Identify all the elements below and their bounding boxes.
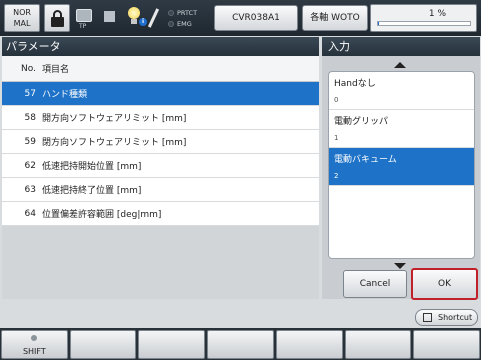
tp-label: TP (79, 23, 87, 30)
option-label: 電動グリッパ (334, 117, 389, 127)
info-icon: i (139, 18, 147, 26)
speed-value: 1 % (428, 9, 446, 19)
row-no: 63 (24, 184, 36, 195)
option-index: 1 (334, 134, 339, 142)
speed-indicator[interactable]: 1 % (370, 4, 477, 32)
table-row[interactable]: 63 低速把持終了位置 [mm] (2, 178, 319, 202)
mode-line2: MAL (13, 19, 31, 28)
status-bar: NOR MAL TP i PRTCT EMG CVR038A1 各軸 WOTO … (0, 0, 481, 36)
shortcut-icon (423, 313, 432, 322)
function-key[interactable] (69, 330, 137, 359)
mode-line1: NOR (13, 8, 31, 17)
option-index: 0 (334, 96, 339, 104)
shortcut-label: Shortcut (438, 313, 473, 322)
ok-button[interactable]: OK (411, 268, 478, 300)
row-no: 62 (24, 160, 36, 171)
column-header-no: No. (21, 63, 36, 74)
function-key[interactable] (138, 330, 206, 359)
row-no: 64 (24, 208, 36, 219)
parameter-panel-title: パラメータ (2, 37, 319, 56)
wrench-icon[interactable] (147, 8, 160, 28)
scroll-down-icon[interactable] (394, 263, 406, 269)
axis-mode-button[interactable]: 各軸 WOTO (302, 5, 368, 31)
cancel-button[interactable]: Cancel (343, 270, 407, 298)
emg-label: EMG (177, 20, 192, 28)
shift-key[interactable]: SHIFT (1, 330, 68, 359)
teach-pendant-icon (76, 9, 92, 22)
function-key[interactable] (413, 330, 481, 359)
table-row[interactable]: 62 低速把持開始位置 [mm] (2, 154, 319, 178)
row-name: 低速把持開始位置 [mm] (42, 162, 142, 172)
column-header-name: 項目名 (42, 65, 70, 75)
parameter-panel: パラメータ No. 項目名 57 ハンド種類 58 開方向ソフトウェアリミット … (2, 37, 319, 299)
option-label: Handなし (334, 79, 376, 89)
row-name: 低速把持終了位置 [mm] (42, 186, 142, 196)
option-label: 電動バキューム (334, 155, 397, 165)
row-no: 59 (24, 136, 36, 147)
table-row[interactable]: 59 閉方向ソフトウェアリミット [mm] (2, 130, 319, 154)
lock-button[interactable] (44, 4, 70, 32)
square-indicator-icon (104, 11, 115, 22)
option-list: Handなし 0 電動グリッパ 1 電動バキューム 2 (328, 71, 475, 259)
emg-lamp-icon (168, 21, 174, 27)
table-row[interactable]: 64 位置偏差許容範囲 [deg|mm] (2, 202, 319, 226)
row-name: ハンド種類 (42, 90, 88, 100)
prtct-lamp-icon (168, 10, 174, 16)
row-no: 58 (24, 112, 36, 123)
function-key[interactable] (207, 330, 274, 359)
robot-select-button[interactable]: CVR038A1 (214, 5, 298, 31)
speed-bar-fill (378, 22, 379, 25)
input-panel-title: 入力 (322, 37, 480, 56)
mode-indicator[interactable]: NOR MAL (4, 4, 40, 32)
shift-key-label: SHIFT (22, 347, 46, 356)
row-no: 57 (24, 88, 36, 99)
speed-bar (377, 21, 471, 26)
row-name: 開方向ソフトウェアリミット [mm] (42, 114, 187, 124)
table-row[interactable]: 58 開方向ソフトウェアリミット [mm] (2, 106, 319, 130)
option-item[interactable]: Handなし 0 (329, 72, 474, 110)
input-panel: 入力 Handなし 0 電動グリッパ 1 電動バキューム 2 Cancel OK (322, 37, 480, 300)
prtct-label: PRTCT (177, 9, 198, 17)
function-key[interactable] (275, 330, 343, 359)
row-name: 閉方向ソフトウェアリミット [mm] (42, 138, 187, 148)
option-item[interactable]: 電動バキューム 2 (329, 148, 474, 186)
table-header: No. 項目名 (2, 56, 319, 82)
option-index: 2 (334, 172, 339, 180)
function-key-bar: SHIFT (0, 328, 481, 360)
shortcut-button[interactable]: Shortcut (415, 309, 478, 326)
table-row[interactable]: 57 ハンド種類 (2, 82, 319, 106)
function-key[interactable] (344, 330, 412, 359)
shift-lamp-icon (31, 335, 38, 341)
row-name: 位置偏差許容範囲 [deg|mm] (42, 210, 162, 220)
option-item[interactable]: 電動グリッパ 1 (329, 110, 474, 148)
scroll-up-icon[interactable] (394, 62, 406, 68)
status-lamps: PRTCT EMG (168, 8, 197, 30)
